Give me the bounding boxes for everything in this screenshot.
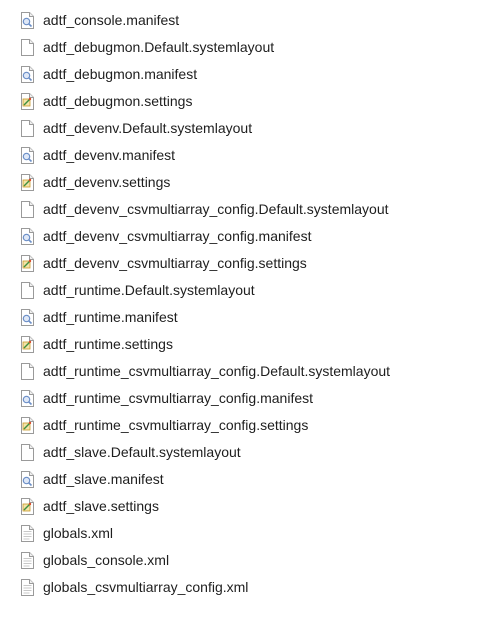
- file-name-label: adtf_debugmon.settings: [43, 93, 193, 109]
- file-item[interactable]: adtf_devenv.manifest: [0, 142, 478, 169]
- file-item[interactable]: adtf_devenv.settings: [0, 169, 478, 196]
- file-item[interactable]: adtf_debugmon.manifest: [0, 61, 478, 88]
- file-name-label: adtf_runtime.Default.systemlayout: [43, 282, 255, 298]
- manifest-file-icon: [19, 390, 35, 407]
- manifest-file-icon: [19, 228, 35, 245]
- file-name-label: adtf_console.manifest: [43, 12, 180, 28]
- file-name-label: adtf_runtime.manifest: [43, 309, 178, 325]
- file-name-label: adtf_devenv.settings: [43, 174, 171, 190]
- file-name-label: adtf_slave.Default.systemlayout: [43, 444, 241, 460]
- file-item[interactable]: adtf_debugmon.settings: [0, 88, 478, 115]
- file-name-label: adtf_devenv_csvmultiarray_config.manifes…: [43, 228, 312, 244]
- blank-file-icon: [19, 39, 35, 56]
- file-name-label: adtf_devenv.Default.systemlayout: [43, 120, 253, 136]
- settings-file-icon: [19, 417, 35, 434]
- settings-file-icon: [19, 498, 35, 515]
- xml-file-icon: [19, 579, 35, 596]
- file-list: adtf_console.manifest adtf_debugmon.Defa…: [0, 7, 478, 601]
- file-name-label: globals_console.xml: [43, 552, 170, 568]
- file-item[interactable]: adtf_console.manifest: [0, 7, 478, 34]
- manifest-file-icon: [19, 66, 35, 83]
- file-name-label: adtf_debugmon.Default.systemlayout: [43, 39, 275, 55]
- file-name-label: adtf_slave.manifest: [43, 471, 164, 487]
- manifest-file-icon: [19, 147, 35, 164]
- file-item[interactable]: adtf_runtime_csvmultiarray_config.Defaul…: [0, 358, 478, 385]
- file-item[interactable]: globals.xml: [0, 520, 478, 547]
- blank-file-icon: [19, 282, 35, 299]
- file-item[interactable]: adtf_runtime_csvmultiarray_config.manife…: [0, 385, 478, 412]
- manifest-file-icon: [19, 12, 35, 29]
- file-item[interactable]: adtf_devenv_csvmultiarray_config.setting…: [0, 250, 478, 277]
- file-item[interactable]: adtf_runtime.Default.systemlayout: [0, 277, 478, 304]
- file-item[interactable]: adtf_runtime_csvmultiarray_config.settin…: [0, 412, 478, 439]
- file-name-label: adtf_runtime_csvmultiarray_config.settin…: [43, 417, 309, 433]
- file-name-label: adtf_slave.settings: [43, 498, 159, 514]
- blank-file-icon: [19, 120, 35, 137]
- file-item[interactable]: globals_console.xml: [0, 547, 478, 574]
- file-name-label: adtf_devenv_csvmultiarray_config.Default…: [43, 201, 389, 217]
- file-item[interactable]: adtf_runtime.manifest: [0, 304, 478, 331]
- manifest-file-icon: [19, 309, 35, 326]
- file-name-label: adtf_devenv_csvmultiarray_config.setting…: [43, 255, 307, 271]
- file-name-label: adtf_runtime.settings: [43, 336, 173, 352]
- file-item[interactable]: adtf_devenv_csvmultiarray_config.Default…: [0, 196, 478, 223]
- settings-file-icon: [19, 336, 35, 353]
- file-name-label: globals.xml: [43, 525, 114, 541]
- xml-file-icon: [19, 552, 35, 569]
- settings-file-icon: [19, 93, 35, 110]
- file-item[interactable]: adtf_slave.manifest: [0, 466, 478, 493]
- manifest-file-icon: [19, 471, 35, 488]
- file-name-label: adtf_debugmon.manifest: [43, 66, 198, 82]
- file-item[interactable]: globals_csvmultiarray_config.xml: [0, 574, 478, 601]
- settings-file-icon: [19, 174, 35, 191]
- file-item[interactable]: adtf_debugmon.Default.systemlayout: [0, 34, 478, 61]
- file-item[interactable]: adtf_slave.Default.systemlayout: [0, 439, 478, 466]
- file-name-label: globals_csvmultiarray_config.xml: [43, 579, 249, 595]
- file-item[interactable]: adtf_devenv_csvmultiarray_config.manifes…: [0, 223, 478, 250]
- file-item[interactable]: adtf_devenv.Default.systemlayout: [0, 115, 478, 142]
- blank-file-icon: [19, 201, 35, 218]
- xml-file-icon: [19, 525, 35, 542]
- blank-file-icon: [19, 444, 35, 461]
- file-name-label: adtf_runtime_csvmultiarray_config.manife…: [43, 390, 314, 406]
- file-name-label: adtf_runtime_csvmultiarray_config.Defaul…: [43, 363, 391, 379]
- file-item[interactable]: adtf_slave.settings: [0, 493, 478, 520]
- settings-file-icon: [19, 255, 35, 272]
- blank-file-icon: [19, 363, 35, 380]
- file-name-label: adtf_devenv.manifest: [43, 147, 176, 163]
- file-item[interactable]: adtf_runtime.settings: [0, 331, 478, 358]
